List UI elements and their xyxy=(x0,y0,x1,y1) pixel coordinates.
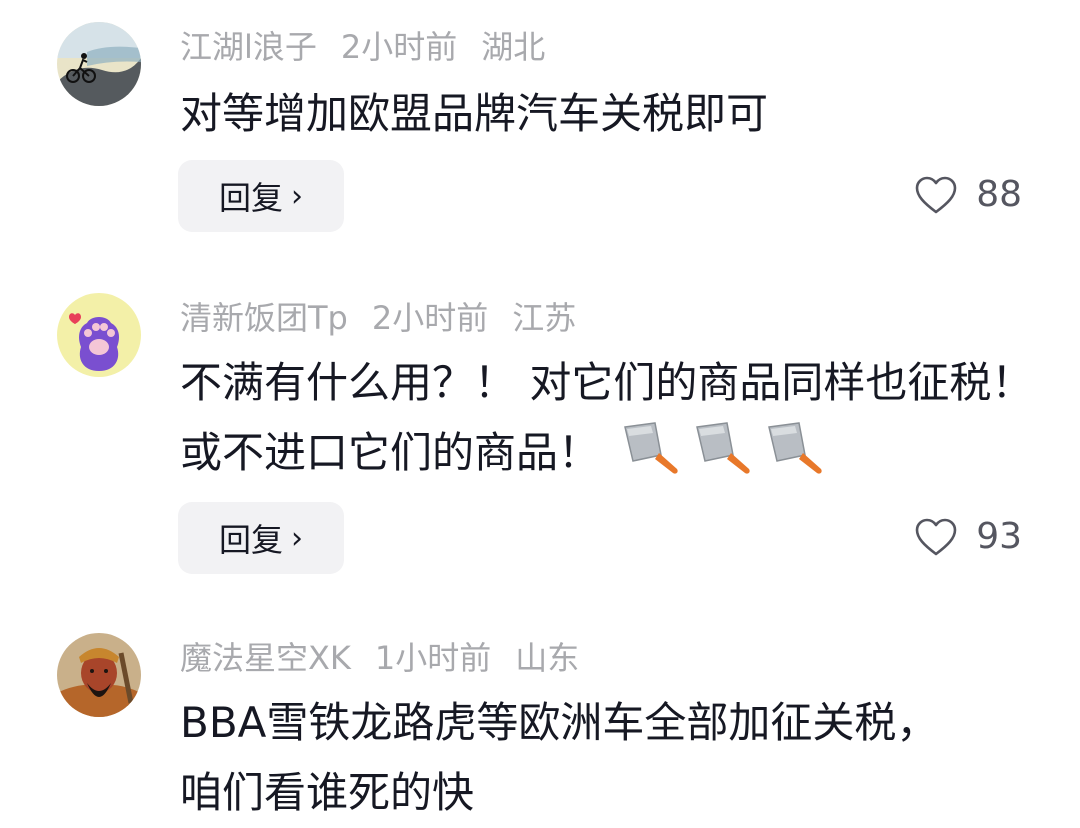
like-count: 88 xyxy=(976,174,1022,215)
like-button[interactable]: 88 xyxy=(914,174,1022,215)
like-count: 93 xyxy=(976,516,1022,557)
username[interactable]: 清新饭团Tp xyxy=(180,299,348,337)
timestamp: 2小时前 xyxy=(340,28,458,66)
reply-button[interactable]: 回复 › xyxy=(178,160,344,232)
avatar[interactable] xyxy=(57,293,141,377)
location: 江苏 xyxy=(512,299,577,337)
heart-icon xyxy=(915,518,957,555)
timestamp: 1小时前 xyxy=(374,639,492,677)
comment-text: BBA雪铁龙路虎等欧洲车全部加征关税，咱们看谁死的快 xyxy=(180,698,939,817)
location: 山东 xyxy=(515,639,580,677)
avatar[interactable] xyxy=(57,633,141,717)
comment-text: 对等增加欧盟品牌汽车关税即可 xyxy=(180,89,769,138)
comment-meta: 魔法星空XK 1小时前 山东 xyxy=(180,638,603,678)
reply-button[interactable]: 回复 › xyxy=(178,502,344,574)
location: 湖北 xyxy=(481,28,546,66)
kitchen-knife-icon xyxy=(624,422,679,474)
username[interactable]: 江湖l浪子 xyxy=(180,28,317,66)
comment-meta: 江湖l浪子 2小时前 湖北 xyxy=(180,27,569,67)
chevron-right-icon: › xyxy=(291,520,303,556)
timestamp: 2小时前 xyxy=(371,299,489,337)
comment-text: 不满有什么用？！ 对它们的商品同样也征税！或不进口它们的商品！ xyxy=(180,348,1040,488)
cat-paw-avatar-icon xyxy=(57,293,141,377)
comment-meta: 清新饭团Tp 2小时前 江苏 xyxy=(180,298,600,338)
emoji-group xyxy=(600,422,829,477)
comment-item: 清新饭团Tp 2小时前 江苏 不满有什么用？！ 对它们的商品同样也征税！或不进口它们… xyxy=(0,260,1080,600)
reply-label: 回复 xyxy=(218,521,283,559)
username[interactable]: 魔法星空XK xyxy=(180,639,351,677)
like-button[interactable]: 93 xyxy=(914,516,1022,557)
cyclist-avatar-icon xyxy=(57,22,141,106)
avatar[interactable] xyxy=(57,22,141,106)
guan-yu-avatar-icon xyxy=(57,633,141,717)
heart-icon xyxy=(915,176,957,213)
chevron-right-icon: › xyxy=(291,178,303,214)
reply-label: 回复 xyxy=(218,179,283,217)
comment-item: 魔法星空XK 1小时前 山东 BBA雪铁龙路虎等欧洲车全部加征关税，咱们看谁死的快 xyxy=(0,600,1080,828)
comment-item: 江湖l浪子 2小时前 湖北 对等增加欧盟品牌汽车关税即可 回复 › 88 xyxy=(0,0,1080,260)
kitchen-knife-icon xyxy=(696,422,751,474)
kitchen-knife-icon xyxy=(768,422,823,474)
